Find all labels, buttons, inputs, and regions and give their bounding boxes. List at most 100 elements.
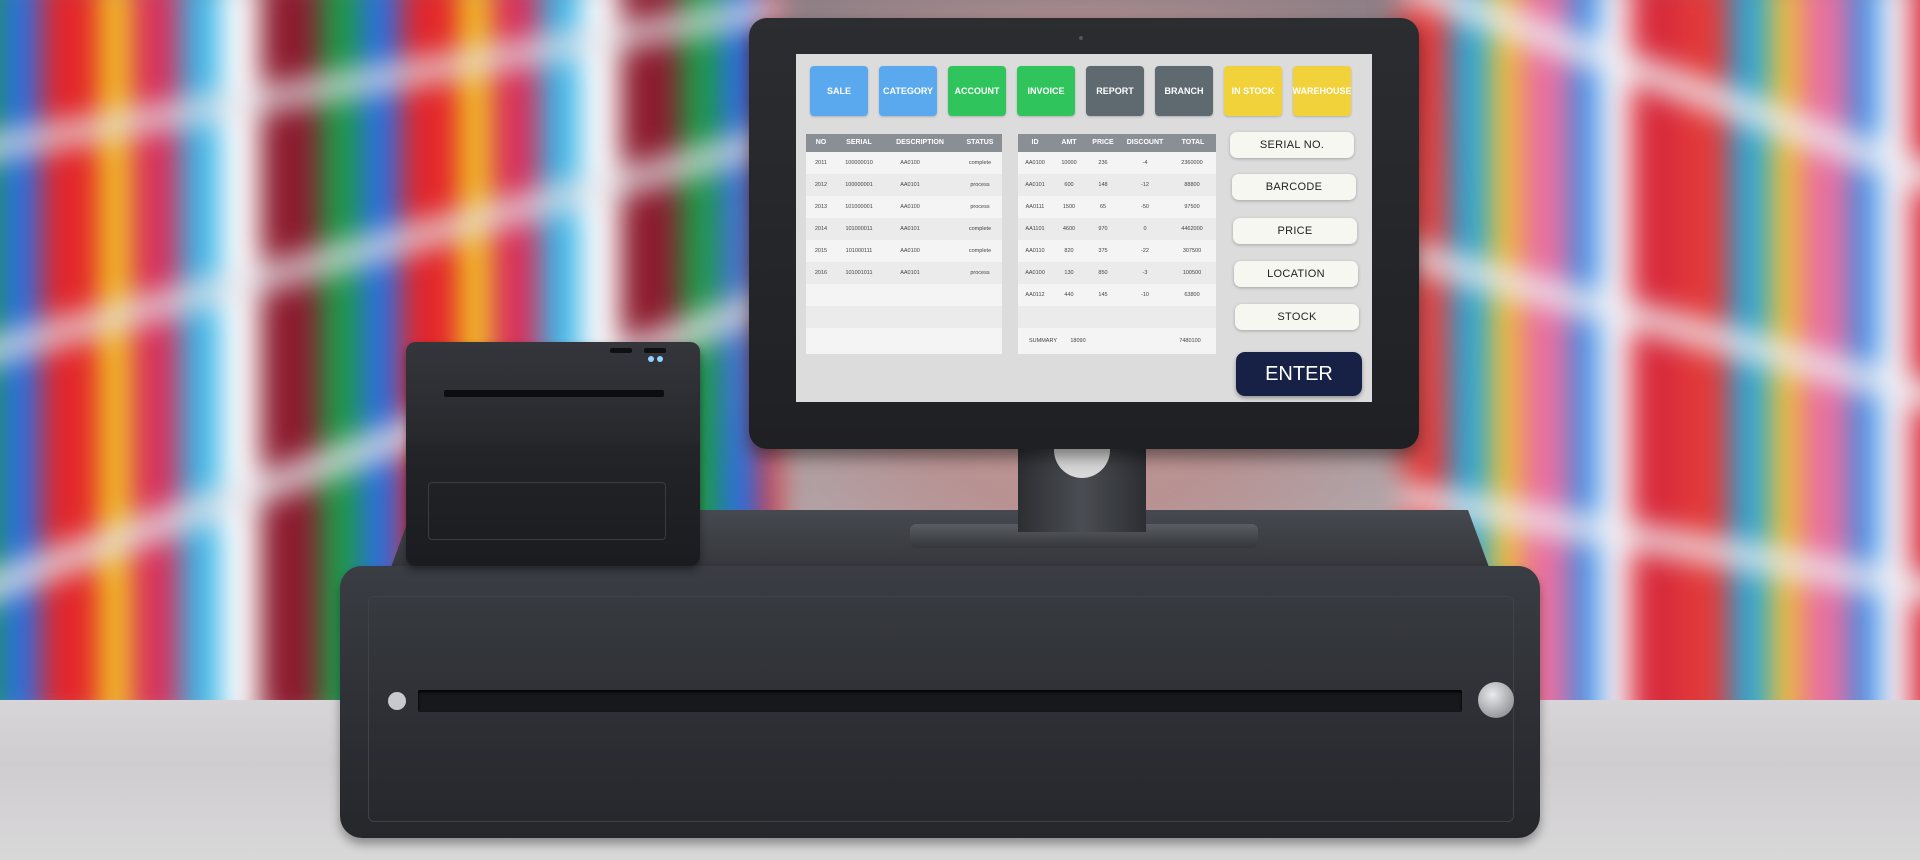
drawer-release-pin	[388, 692, 406, 710]
cell-no: 2014	[814, 226, 828, 232]
cell-id: AA0100	[1025, 160, 1045, 166]
cell-description: AA0101	[900, 270, 920, 276]
cell-amt: 440	[1064, 292, 1074, 298]
drawer-lock-icon	[1478, 682, 1514, 718]
tab-label: WAREHOUSE	[1292, 86, 1352, 96]
table-row[interactable]: AA0100 10000 236 -4 2360000	[1018, 152, 1216, 174]
printer-button	[610, 348, 632, 353]
table-row[interactable]: AA0112 440 145 -10 63800	[1018, 284, 1216, 306]
cell-id: AA1101	[1025, 226, 1045, 232]
cell-total: 4462000	[1181, 226, 1203, 232]
table-row[interactable]: AA0111 1500 65 -50 97500	[1018, 196, 1216, 218]
cell-status: complete	[968, 248, 992, 254]
button-label: ENTER	[1265, 362, 1333, 385]
tab-category[interactable]: CATEGORY	[879, 66, 937, 116]
table-row[interactable]: 2015 101000111 AA0100 complete	[806, 240, 1002, 262]
cell-discount: -12	[1141, 182, 1149, 188]
cell-amt: 4600	[1062, 226, 1076, 232]
column-header: ID	[1031, 139, 1039, 146]
cell-status: process	[970, 182, 990, 188]
cell-no: 2015	[814, 248, 828, 254]
tab-account[interactable]: ACCOUNT	[948, 66, 1006, 116]
cell-id: AA0111	[1025, 204, 1045, 210]
printer-paper-slot	[444, 390, 664, 397]
tab-invoice[interactable]: INVOICE	[1017, 66, 1075, 116]
cell-no: 2016	[814, 270, 828, 276]
button-label: LOCATION	[1267, 268, 1325, 280]
cell-serial: 101000001	[845, 204, 873, 210]
cell-discount: 0	[1143, 226, 1147, 232]
printer-led-icon	[648, 356, 654, 362]
enter-button[interactable]: ENTER	[1236, 352, 1362, 396]
cell-no: 2013	[814, 204, 828, 210]
tab-report[interactable]: REPORT	[1086, 66, 1144, 116]
cell-price: 65	[1099, 204, 1107, 210]
cell-no: 2011	[815, 160, 827, 166]
tab-label: SALE	[826, 86, 851, 96]
column-header: STATUS	[966, 139, 994, 146]
cell-description: AA0101	[900, 182, 920, 188]
cell-price: 375	[1098, 248, 1108, 254]
cell-discount: -10	[1141, 292, 1149, 298]
button-label: SERIAL NO.	[1259, 139, 1325, 151]
table-row[interactable]: AA0100 130 850 -3 100500	[1018, 262, 1216, 284]
printer-button	[644, 348, 666, 353]
cell-status: process	[970, 270, 990, 276]
cell-serial: 101000111	[845, 248, 873, 254]
table-row[interactable]: 2013 101000001 AA0100 process	[806, 196, 1002, 218]
cell-total: 97500	[1184, 204, 1200, 210]
cell-total: 88800	[1184, 182, 1200, 188]
cell-id: AA0100	[1025, 270, 1045, 276]
table-row[interactable]: 2014 101000011 AA0101 complete	[806, 218, 1002, 240]
stock-button[interactable]: STOCK	[1235, 304, 1359, 330]
table-row[interactable]: 2012 100000001 AA0101 process	[806, 174, 1002, 196]
table-row[interactable]: 2011 100000010 AA0100 complete	[806, 152, 1002, 174]
cell-discount: -3	[1142, 270, 1148, 276]
cell-id: AA0110	[1025, 248, 1045, 254]
cell-id: AA0101	[1025, 182, 1045, 188]
table-row-empty	[1018, 306, 1216, 328]
cell-id: AA0112	[1025, 292, 1045, 298]
tab-branch[interactable]: BRANCH	[1155, 66, 1213, 116]
cell-status: process	[970, 204, 990, 210]
cell-serial: 101001011	[845, 270, 873, 276]
table-row[interactable]: AA0101 600 148 -12 88800	[1018, 174, 1216, 196]
barcode-button[interactable]: BARCODE	[1232, 174, 1356, 200]
summary-amt: 18090	[1070, 338, 1086, 344]
tab-in-stock[interactable]: IN STOCK	[1224, 66, 1282, 116]
cell-status: complete	[968, 160, 992, 166]
cell-discount: -22	[1141, 248, 1149, 254]
cell-description: AA0100	[900, 160, 920, 166]
printer-front-panel	[428, 482, 666, 540]
table-row[interactable]: AA1101 4600 970 0 4462000	[1018, 218, 1216, 240]
cell-total: 2360000	[1181, 160, 1203, 166]
cell-serial: 100000010	[845, 160, 873, 166]
cell-total: 63800	[1184, 292, 1200, 298]
tab-label: BRANCH	[1164, 86, 1204, 96]
tab-sale[interactable]: SALE	[810, 66, 868, 116]
table-row[interactable]: 2016 101001011 AA0101 process	[806, 262, 1002, 284]
cell-serial: 101000011	[845, 226, 873, 232]
serial-no-button[interactable]: SERIAL NO.	[1230, 132, 1354, 158]
tab-label: IN STOCK	[1231, 86, 1275, 96]
summary-row: SUMMARY 18090 7480100	[1018, 328, 1216, 354]
location-button[interactable]: LOCATION	[1234, 261, 1358, 287]
table-row[interactable]: AA0110 820 375 -22 307500	[1018, 240, 1216, 262]
cell-amt: 10000	[1061, 160, 1077, 166]
cell-total: 307500	[1182, 248, 1202, 254]
tab-label: INVOICE	[1027, 86, 1065, 96]
table-header: NO SERIAL DESCRIPTION STATUS	[806, 134, 1002, 152]
pos-screen: SALE CATEGORY ACCOUNT INVOICE REPORT BRA…	[796, 54, 1372, 402]
cell-discount: -50	[1141, 204, 1149, 210]
cell-price: 145	[1098, 292, 1108, 298]
cell-amt: 820	[1064, 248, 1074, 254]
button-label: BARCODE	[1265, 181, 1323, 193]
cell-amt: 130	[1064, 270, 1074, 276]
cell-discount: -4	[1142, 160, 1148, 166]
column-header: AMT	[1061, 139, 1077, 146]
cell-description: AA0101	[900, 226, 920, 232]
tab-warehouse[interactable]: WAREHOUSE	[1292, 66, 1352, 116]
price-button[interactable]: PRICE	[1233, 218, 1357, 244]
column-header: NO	[815, 139, 827, 146]
cell-description: AA0100	[900, 248, 920, 254]
